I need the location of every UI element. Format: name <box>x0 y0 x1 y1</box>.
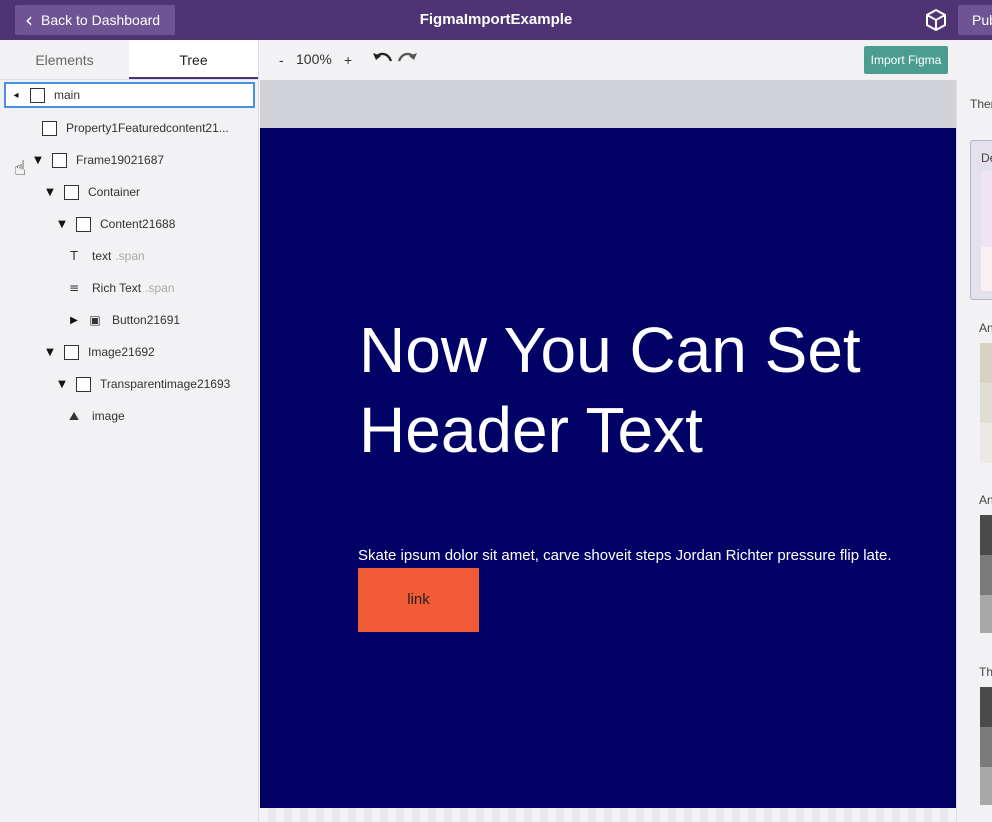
zoom-in-button[interactable]: + <box>344 52 352 68</box>
tree-item-label: main <box>54 88 81 102</box>
left-panel: Elements Tree ◂ main Property1Featuredco… <box>0 40 259 822</box>
tree-item-container[interactable]: ▼ Container <box>44 179 140 205</box>
hero-title[interactable]: Now You Can Set Header Text <box>359 310 949 470</box>
swatch-a1[interactable] <box>980 343 992 383</box>
swatch-b2[interactable] <box>980 555 992 595</box>
tree-item-label: Container <box>88 185 141 199</box>
tree-item-transparent-image[interactable]: ▼ Transparentimage21693 <box>56 371 230 397</box>
section-b-label: An <box>979 493 992 507</box>
tree-item-image-leaf[interactable]: ⛰ image <box>66 403 125 429</box>
back-to-dashboard-button[interactable]: ‹ Back to Dashboard <box>15 5 175 35</box>
section-a-label: An <box>979 321 992 335</box>
canvas-toolbar: - 100% + Import Figma <box>260 40 956 80</box>
rich-text-icon: ≡ <box>68 281 80 295</box>
swatch-b3[interactable] <box>980 595 992 633</box>
button-icon: ▣ <box>89 313 101 327</box>
tree-item-label: Button21691 <box>112 313 181 327</box>
tree-item-frame[interactable]: ▼ Frame19021687 <box>32 147 164 173</box>
publish-button[interactable]: Pub <box>958 5 992 35</box>
box-icon <box>42 120 57 136</box>
tree-item-button[interactable]: ▶ ▣ Button21691 <box>68 307 180 333</box>
tree-item-label: text <box>92 249 112 263</box>
expanded-arrow-icon[interactable]: ▼ <box>32 155 44 166</box>
expanded-arrow-icon[interactable]: ▼ <box>56 219 68 230</box>
expanded-arrow-icon[interactable]: ▼ <box>56 379 68 390</box>
tree-item-label: Transparentimage21693 <box>100 377 231 391</box>
text-icon: T <box>70 249 78 263</box>
redo-icon[interactable] <box>396 51 418 67</box>
design-canvas[interactable]: Now You Can Set Header Text Skate ipsum … <box>260 80 956 822</box>
tree-item-label: image <box>92 409 125 423</box>
tree-item-rich-text[interactable]: ≡ Rich Text .span <box>66 275 175 301</box>
image-icon: ⛰ <box>68 408 80 423</box>
swatch-a3[interactable] <box>980 423 992 463</box>
box-icon <box>64 184 79 200</box>
top-bar: ‹ Back to Dashboard FigmaImportExample P… <box>0 0 992 40</box>
tree-item-label: Content21688 <box>100 217 176 231</box>
collapsed-arrow-icon[interactable]: ▶ <box>68 315 80 326</box>
swatch-b1[interactable] <box>980 515 992 555</box>
box-icon <box>76 216 91 232</box>
collapse-arrow-icon[interactable]: ◂ <box>10 90 22 101</box>
tree-item-label: Frame19021687 <box>76 153 165 167</box>
cube-icon[interactable] <box>924 8 948 32</box>
expanded-arrow-icon[interactable]: ▼ <box>44 347 56 358</box>
import-figma-button[interactable]: Import Figma <box>864 46 948 74</box>
tree-item-sub: .span <box>115 249 145 263</box>
box-icon <box>76 376 91 392</box>
theme-card[interactable]: De <box>970 140 992 300</box>
tree-item-label: Rich Text <box>92 281 142 295</box>
right-panel: Ther De An An Th <box>956 80 992 822</box>
tree-item-main[interactable]: ◂ main <box>4 82 255 108</box>
tree-item-content[interactable]: ▼ Content21688 <box>56 211 175 237</box>
hero-link-button[interactable]: link <box>358 568 479 632</box>
panel-tabs: Elements Tree <box>0 40 258 80</box>
hand-cursor-icon: ☝ <box>14 156 27 180</box>
box-icon <box>52 152 67 168</box>
zoom-out-button[interactable]: - <box>279 52 284 68</box>
swatch-a2[interactable] <box>980 383 992 423</box>
hero-body-text[interactable]: Skate ipsum dolor sit amet, carve shovei… <box>358 547 892 564</box>
section-c-label: Th <box>979 665 992 679</box>
tree-item-text[interactable]: T text .span <box>66 243 145 269</box>
undo-icon[interactable] <box>372 51 394 67</box>
box-icon <box>30 87 45 103</box>
theme-label: Ther <box>970 97 992 111</box>
tab-tree[interactable]: Tree <box>129 40 258 79</box>
back-button-label: Back to Dashboard <box>41 12 161 28</box>
tab-elements[interactable]: Elements <box>0 40 129 79</box>
box-icon <box>64 344 79 360</box>
tree-item-sub: .span <box>145 281 175 295</box>
chevron-left-icon: ‹ <box>25 8 33 32</box>
hero-section[interactable]: Now You Can Set Header Text Skate ipsum … <box>260 128 956 808</box>
tree-item-image[interactable]: ▼ Image21692 <box>44 339 155 365</box>
tree-item-label: Image21692 <box>88 345 155 359</box>
tree-item-property1[interactable]: Property1Featuredcontent21... <box>22 115 229 141</box>
tree-item-label: Property1Featuredcontent21... <box>66 121 229 135</box>
expanded-arrow-icon[interactable]: ▼ <box>44 187 56 198</box>
theme-card-label: De <box>981 151 992 165</box>
canvas-bottom-strip <box>260 808 956 822</box>
swatch-c3[interactable] <box>980 767 992 805</box>
swatch-c2[interactable] <box>980 727 992 767</box>
zoom-level: 100% <box>296 51 332 67</box>
canvas-top-strip <box>260 80 956 128</box>
swatch-c1[interactable] <box>980 687 992 727</box>
